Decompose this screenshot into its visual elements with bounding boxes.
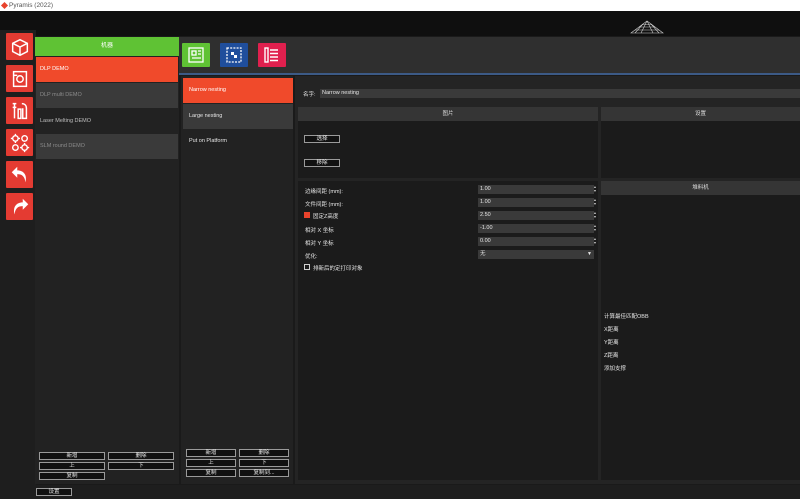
- cube-icon: [11, 38, 28, 56]
- settings-tool[interactable]: [6, 129, 33, 156]
- y-distance-label: Y距离: [604, 340, 619, 346]
- part-tool[interactable]: [6, 65, 33, 92]
- nesting-item[interactable]: Narrow nesting: [183, 78, 293, 103]
- settings-panel: 设置: [601, 107, 800, 178]
- cube-tool[interactable]: [6, 33, 33, 60]
- tab-underline: [179, 73, 800, 75]
- edge-distance-label: 边缘间距 (mm):: [305, 189, 343, 195]
- machine-item[interactable]: DLP DEMO: [36, 57, 178, 82]
- fixed-z-height-input[interactable]: 2.50: [478, 211, 594, 220]
- file-distance-spinner[interactable]: ▲ ▼: [593, 198, 597, 207]
- left-toolbar: [0, 30, 36, 485]
- x-distance-label: X距离: [604, 327, 619, 333]
- relative-y-input[interactable]: 0.00: [478, 237, 594, 246]
- title-bar: Pyramis (2022): [0, 0, 800, 11]
- machine-panel: 机器 DLP DEMO DLP multi DEMO Laser Melting…: [35, 37, 179, 484]
- machine-header: 机器: [35, 37, 179, 56]
- calc-obb-label: 计算最佳匹配OBB: [604, 314, 649, 320]
- nesting-panel: Narrow nesting Large nesting Put on Plat…: [181, 76, 293, 484]
- part-icon: [12, 70, 27, 87]
- optimize-value: 无: [480, 251, 486, 257]
- bottom-bar: 设置: [0, 485, 800, 499]
- layout-icon: [188, 47, 204, 63]
- edge-distance-input[interactable]: 1.00: [478, 185, 594, 194]
- copy-to-nesting-button[interactable]: 复制到...: [239, 469, 289, 477]
- machine-item[interactable]: Laser Melting DEMO: [36, 109, 178, 134]
- parameters-panel: 边缘间距 (mm): 1.00 ▲ ▼ 文件间距 (mm): 1.00 ▲ ▼ 固定…: [298, 181, 598, 480]
- machine-item[interactable]: DLP multi DEMO: [36, 83, 178, 108]
- delete-nesting-button[interactable]: 删除: [239, 449, 289, 457]
- nesting-icon: [226, 47, 242, 63]
- top-bar: [0, 11, 800, 36]
- move-down-machine-button[interactable]: 下: [108, 462, 174, 470]
- add-machine-button[interactable]: 新增: [39, 452, 105, 460]
- fixed-z-height-checkbox[interactable]: [304, 212, 310, 218]
- machine-item[interactable]: SLM round DEMO: [36, 134, 178, 159]
- tab-layout[interactable]: [182, 43, 210, 67]
- name-input[interactable]: Narrow nesting: [320, 89, 800, 98]
- tab-nesting[interactable]: [220, 43, 248, 67]
- relative-y-spinner[interactable]: ▲ ▼: [593, 237, 597, 246]
- add-support-label: 添加支撑: [604, 366, 627, 372]
- app-icon: [0, 1, 9, 10]
- add-nesting-button[interactable]: 新增: [186, 449, 236, 457]
- remove-image-button[interactable]: 移除: [304, 159, 340, 167]
- settings-header: 设置: [601, 107, 800, 121]
- copy-nesting-button[interactable]: 复制: [186, 469, 236, 477]
- arrange-checkbox[interactable]: [304, 264, 310, 270]
- wrench-screwdriver-icon: [12, 102, 27, 119]
- move-down-nesting-button[interactable]: 下: [239, 459, 289, 467]
- relative-x-input[interactable]: -1.00: [478, 224, 594, 233]
- undo-tool[interactable]: [6, 161, 33, 188]
- fixed-z-height-spinner[interactable]: ▲ ▼: [593, 211, 597, 220]
- tab-list[interactable]: [258, 43, 286, 67]
- z-distance-label: Z距离: [604, 353, 619, 359]
- move-up-nesting-button[interactable]: 上: [186, 459, 236, 467]
- nesting-detail: 名字: Narrow nesting 图片 选择 移除 设置 边缘间距 (mm)…: [295, 76, 800, 484]
- redo-icon: [13, 198, 28, 214]
- delete-machine-button[interactable]: 删除: [108, 452, 174, 460]
- optimize-label: 优化:: [305, 254, 318, 260]
- chevron-down-icon: ▼: [587, 251, 592, 257]
- window-title: Pyramis (2022): [9, 2, 54, 9]
- stacking-panel: 堆料机 计算最佳匹配OBB X距离 Y距离 Z距离 添加支撑: [601, 181, 800, 480]
- copy-machine-button[interactable]: 复制: [39, 472, 105, 480]
- file-distance-input[interactable]: 1.00: [478, 198, 594, 207]
- arrange-label: 排新后的定打印对象: [313, 266, 363, 272]
- relative-x-spinner[interactable]: ▲ ▼: [593, 224, 597, 233]
- undo-icon: [11, 166, 26, 182]
- image-header: 图片: [298, 107, 598, 121]
- nesting-item[interactable]: Put on Platform: [183, 129, 293, 154]
- logo-icon: [630, 20, 664, 34]
- list-icon: [264, 47, 278, 63]
- fixed-z-height-label: 固定Z高度: [313, 214, 339, 220]
- tools-tool[interactable]: [6, 97, 33, 124]
- stacking-header: 堆料机: [601, 181, 800, 195]
- edge-distance-spinner[interactable]: ▲ ▼: [593, 185, 597, 194]
- name-label: 名字:: [303, 92, 316, 98]
- nesting-item[interactable]: Large nesting: [183, 104, 293, 129]
- gears-icon: [10, 133, 29, 152]
- relative-x-label: 相对 X 坐标: [305, 228, 334, 234]
- file-distance-label: 文件间距 (mm):: [305, 202, 343, 208]
- settings-button[interactable]: 设置: [36, 488, 72, 496]
- select-image-button[interactable]: 选择: [304, 135, 340, 143]
- move-up-machine-button[interactable]: 上: [39, 462, 105, 470]
- redo-tool[interactable]: [6, 193, 33, 220]
- image-panel: 图片 选择 移除: [298, 107, 598, 178]
- relative-y-label: 相对 Y 坐标: [305, 241, 334, 247]
- optimize-select[interactable]: 无 ▼: [478, 250, 594, 259]
